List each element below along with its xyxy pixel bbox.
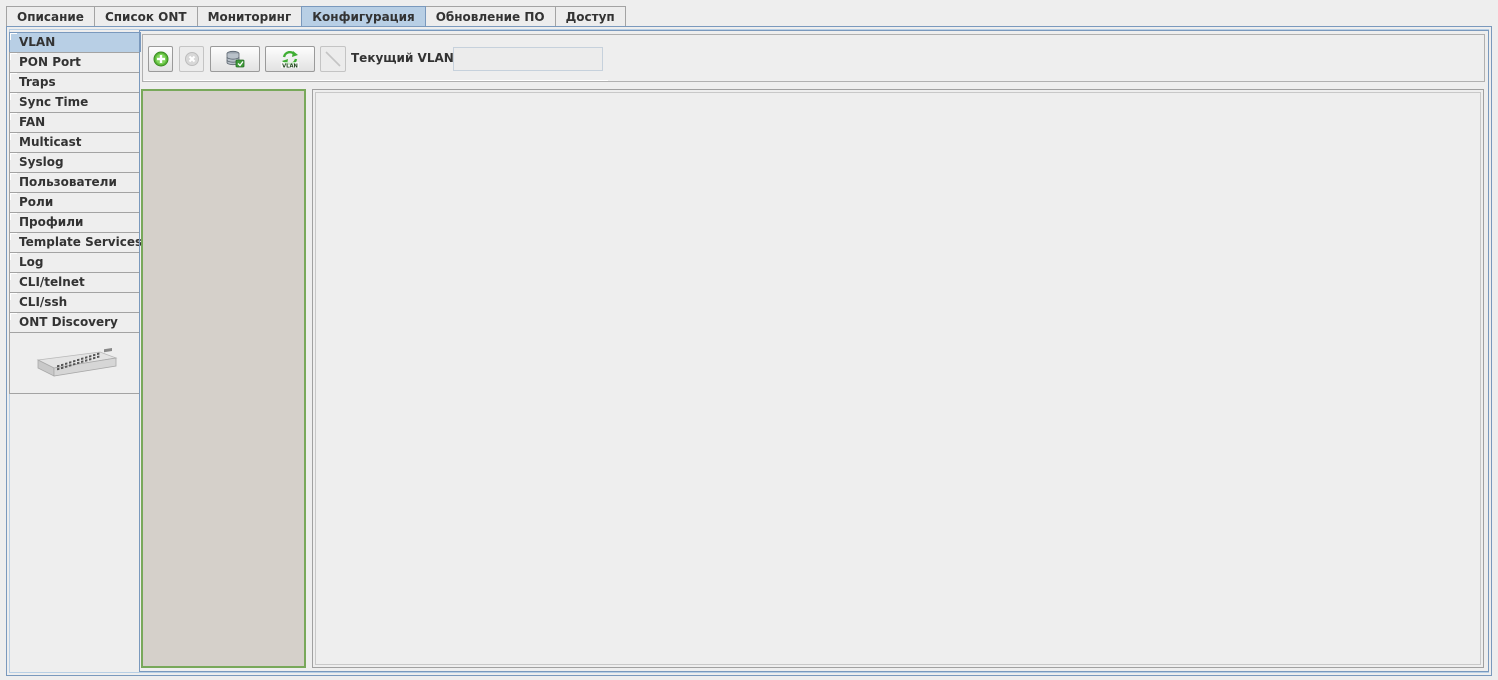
tab-monitoring[interactable]: Мониторинг (196, 6, 303, 26)
current-vlan-field[interactable] (453, 47, 603, 71)
tab-access[interactable]: Доступ (554, 6, 626, 26)
side-tab-fan[interactable]: FAN (9, 112, 140, 132)
side-tab-log[interactable]: Log (9, 252, 140, 272)
database-save-icon (226, 50, 245, 68)
side-tab-ont-discovery[interactable]: ONT Discovery (9, 312, 140, 332)
device-image-box (9, 332, 140, 394)
side-tab-users[interactable]: Пользователи (9, 172, 140, 192)
tab-configuration[interactable]: Конфигурация (301, 6, 426, 26)
tab-description[interactable]: Описание (6, 6, 95, 26)
refresh-vlan-button[interactable]: VLAN (265, 46, 315, 72)
svg-text:VLAN: VLAN (282, 63, 298, 69)
side-tab-template-services[interactable]: Template Services (9, 232, 142, 252)
side-tab-multicast[interactable]: Multicast (9, 132, 140, 152)
side-tab-cli-telnet[interactable]: CLI/telnet (9, 272, 140, 292)
vlan-refresh-icon: VLAN (281, 50, 299, 69)
side-tab-cli-ssh[interactable]: CLI/ssh (9, 292, 140, 312)
tab-firmware-update[interactable]: Обновление ПО (424, 6, 556, 26)
save-vlan-button[interactable] (210, 46, 260, 72)
vlan-details-inner (315, 92, 1481, 665)
current-vlan-label: Текущий VLAN: (351, 51, 459, 65)
tab-ont-list[interactable]: Список ONT (93, 6, 198, 26)
side-tab-sync-time[interactable]: Sync Time (9, 92, 140, 112)
side-tab-pon-port[interactable]: PON Port (9, 52, 140, 72)
vlan-details-panel (312, 89, 1484, 668)
add-icon (153, 51, 168, 67)
remove-vlan-button[interactable] (179, 46, 204, 72)
olt-device-icon (36, 348, 118, 377)
add-vlan-button[interactable] (148, 46, 173, 72)
side-tab-vlan[interactable]: VLAN (9, 32, 141, 52)
side-tab-profiles[interactable]: Профили (9, 212, 140, 232)
edit-icon (325, 51, 341, 67)
application-window: Описание Список ONT Мониторинг Конфигура… (0, 0, 1498, 680)
remove-icon (184, 52, 199, 66)
side-tab-syslog[interactable]: Syslog (9, 152, 140, 172)
toolbar-divider (144, 80, 608, 81)
side-tab-traps[interactable]: Traps (9, 72, 140, 92)
vlan-tree-panel[interactable] (141, 89, 306, 668)
edit-vlan-button[interactable] (320, 46, 346, 72)
side-tab-roles[interactable]: Роли (9, 192, 140, 212)
top-tab-bar: Описание Список ONT Мониторинг Конфигура… (6, 6, 626, 27)
side-tab-bar: VLAN PON Port Traps Sync Time FAN Multic… (9, 32, 142, 394)
